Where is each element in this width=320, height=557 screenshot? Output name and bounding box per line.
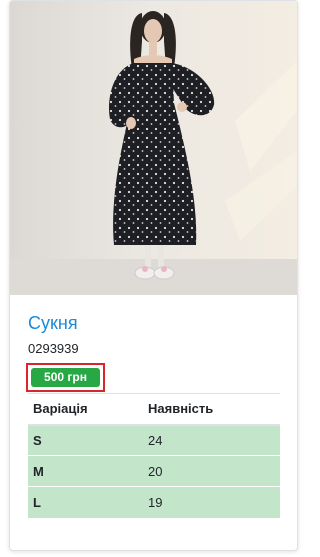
column-header-variation: Варіація bbox=[28, 393, 143, 426]
row-stock: 19 bbox=[143, 486, 280, 518]
table-row: M 20 bbox=[28, 455, 280, 487]
variations-table: Варіація Наявність S 24 M 20 L 19 bbox=[28, 393, 280, 518]
price-badge: 500 грн bbox=[31, 368, 100, 387]
row-stock: 20 bbox=[143, 455, 280, 487]
product-sku: 0293939 bbox=[28, 341, 79, 356]
product-title-link[interactable]: Сукня bbox=[28, 313, 78, 334]
dress-photo-illustration bbox=[10, 1, 297, 295]
row-size: M bbox=[28, 455, 143, 487]
table-header-row: Варіація Наявність bbox=[28, 393, 280, 426]
row-stock: 24 bbox=[143, 424, 280, 456]
column-header-stock: Наявність bbox=[143, 393, 280, 426]
product-card: Сукня 0293939 500 грн Варіація Наявність… bbox=[9, 0, 298, 551]
row-size: S bbox=[28, 424, 143, 456]
table-row: L 19 bbox=[28, 486, 280, 518]
product-image[interactable] bbox=[10, 1, 297, 295]
table-row: S 24 bbox=[28, 424, 280, 456]
row-size: L bbox=[28, 486, 143, 518]
price-highlight-frame: 500 грн bbox=[26, 363, 105, 392]
